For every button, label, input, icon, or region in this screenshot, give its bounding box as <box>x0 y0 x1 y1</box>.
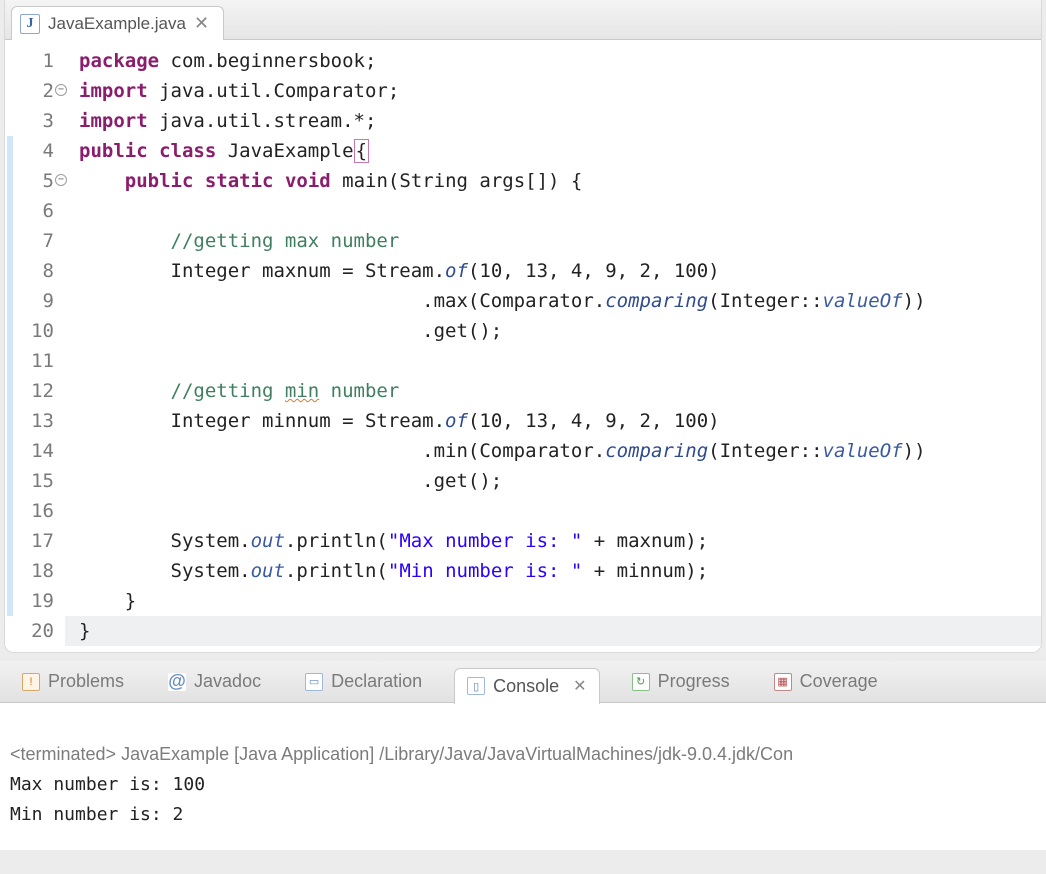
editor-tab-strip: J JavaExample.java ✕ <box>5 0 1041 40</box>
tab-problems[interactable]: ! Problems <box>10 667 136 696</box>
tab-javadoc[interactable]: @ Javadoc <box>156 667 273 696</box>
tab-label: Progress <box>658 671 730 692</box>
editor-tab[interactable]: J JavaExample.java ✕ <box>11 6 224 40</box>
code-content[interactable]: package com.beginnersbook;import java.ut… <box>65 46 1041 646</box>
console-output-line: Min number is: 2 <box>10 800 1036 830</box>
declaration-icon: ▭ <box>305 673 323 691</box>
code-editor[interactable]: 12−345−67891011121314151617181920 packag… <box>5 40 1041 652</box>
line-number-gutter: 12−345−67891011121314151617181920 <box>5 46 65 646</box>
editor-tab-label: JavaExample.java <box>48 14 186 34</box>
console-view[interactable]: <terminated> JavaExample [Java Applicati… <box>0 703 1046 850</box>
console-output-line: Max number is: 100 <box>10 770 1036 800</box>
close-icon[interactable]: ✕ <box>194 13 209 34</box>
java-file-icon: J <box>20 14 40 34</box>
tab-label: Javadoc <box>194 671 261 692</box>
tab-label: Coverage <box>800 671 878 692</box>
bottom-view-tabs: ! Problems @ Javadoc ▭ Declaration ▯ Con… <box>0 661 1046 703</box>
tab-coverage[interactable]: ▦ Coverage <box>762 667 890 696</box>
console-icon: ▯ <box>467 677 485 695</box>
tab-label: Problems <box>48 671 124 692</box>
tab-console[interactable]: ▯ Console ✕ <box>454 668 599 704</box>
tab-label: Declaration <box>331 671 422 692</box>
javadoc-icon: @ <box>168 673 186 691</box>
progress-icon: ↻ <box>632 673 650 691</box>
coverage-icon: ▦ <box>774 673 792 691</box>
problems-icon: ! <box>22 673 40 691</box>
tab-progress[interactable]: ↻ Progress <box>620 667 742 696</box>
console-launch-info: <terminated> JavaExample [Java Applicati… <box>10 744 793 764</box>
tab-label: Console <box>493 676 559 697</box>
tab-declaration[interactable]: ▭ Declaration <box>293 667 434 696</box>
editor-pane: J JavaExample.java ✕ 12−345−678910111213… <box>4 0 1042 653</box>
close-icon[interactable]: ✕ <box>573 676 586 696</box>
